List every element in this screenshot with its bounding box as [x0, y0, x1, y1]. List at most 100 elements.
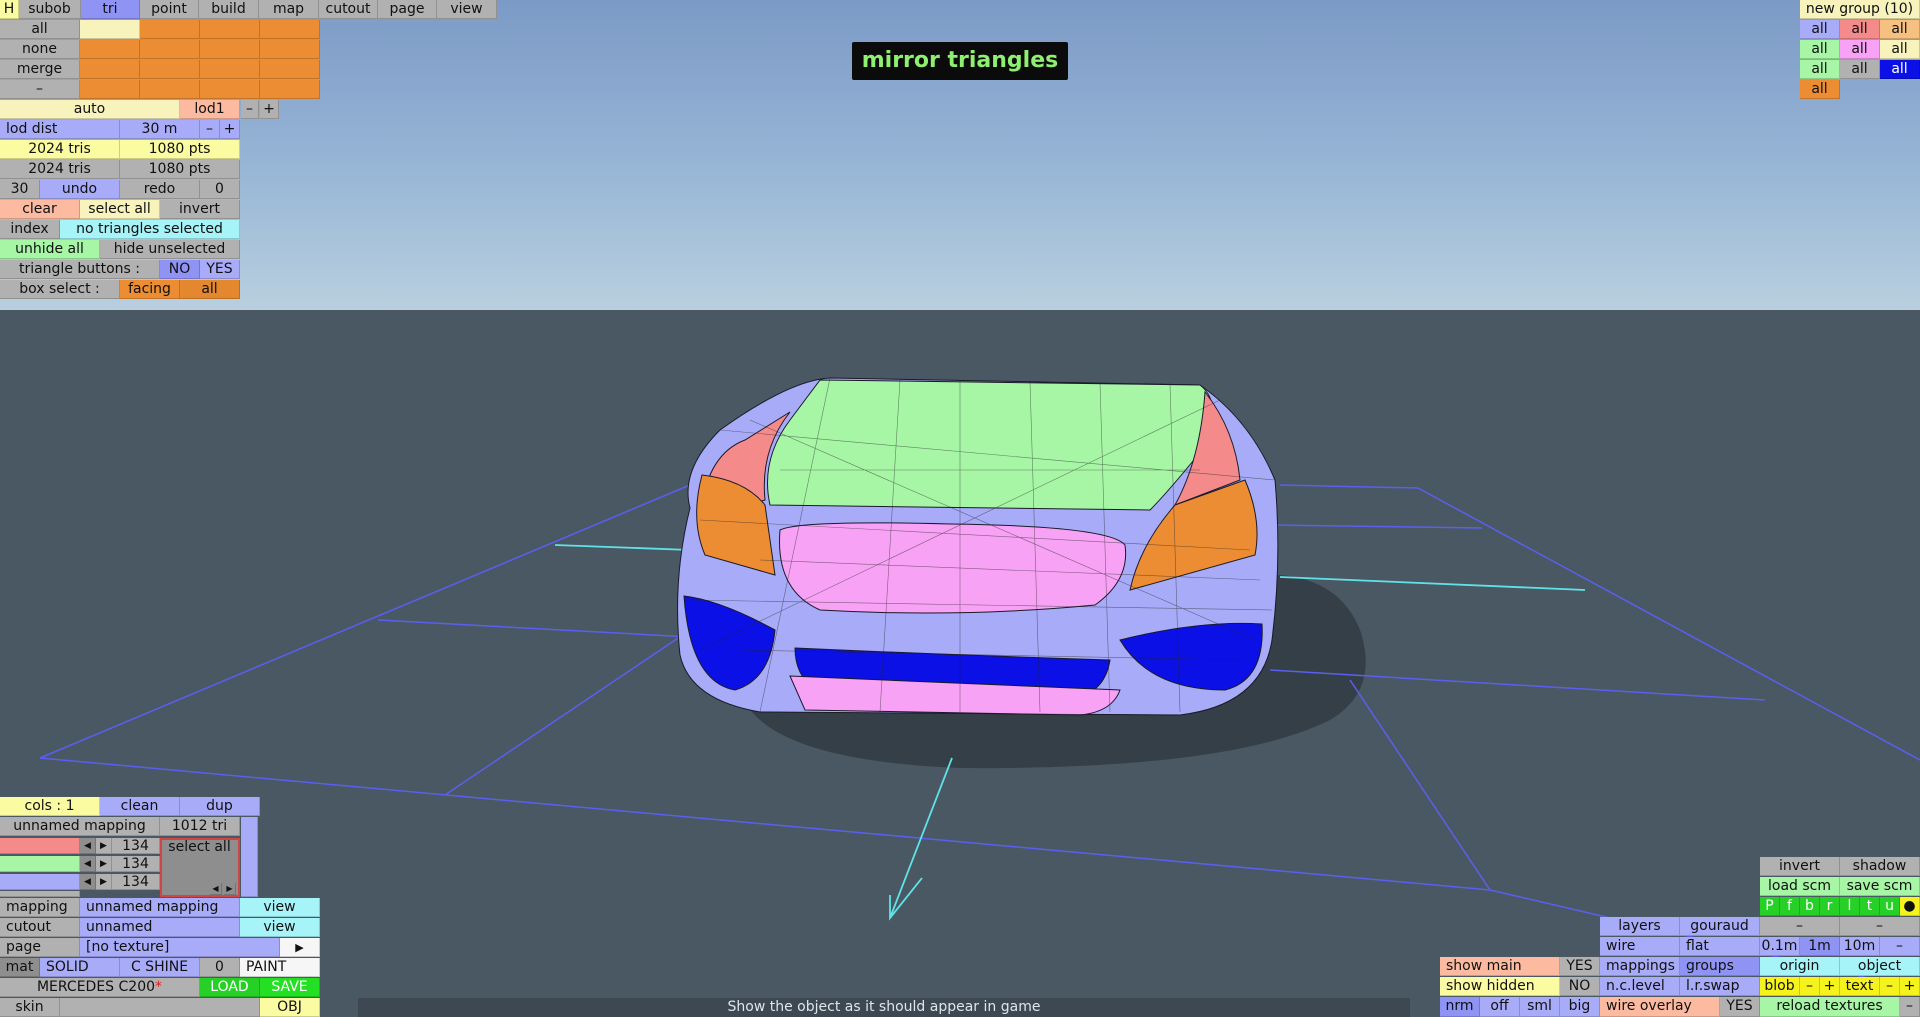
- select-none-button[interactable]: none: [0, 40, 80, 59]
- step-0-1m-button[interactable]: 0.1m: [1760, 937, 1800, 956]
- col-right-arrow[interactable]: ▶: [96, 856, 112, 872]
- save-button[interactable]: SAVE: [260, 978, 320, 997]
- unhide-all-button[interactable]: unhide all: [0, 240, 100, 259]
- group-cell[interactable]: [200, 40, 260, 59]
- cutout-value[interactable]: unnamed: [80, 918, 240, 937]
- groups-button[interactable]: groups: [1680, 957, 1760, 976]
- view-f-button[interactable]: f: [1780, 897, 1800, 916]
- text-button[interactable]: text: [1840, 977, 1880, 996]
- group-cell[interactable]: [260, 40, 320, 59]
- obj-button[interactable]: OBJ: [260, 998, 320, 1017]
- shadow-button[interactable]: shadow: [1840, 857, 1920, 876]
- cols-right-arrow[interactable]: ▶: [224, 883, 236, 895]
- view-p-button[interactable]: P: [1760, 897, 1780, 916]
- invert-button[interactable]: invert: [160, 200, 240, 219]
- mapping-view-button[interactable]: view: [240, 898, 320, 917]
- solid-button[interactable]: SOLID: [40, 958, 120, 977]
- group-cell[interactable]: [260, 80, 320, 99]
- wire-overlay-yes[interactable]: YES: [1720, 997, 1760, 1017]
- view-dot-button[interactable]: ●: [1900, 897, 1920, 916]
- step-1m-button[interactable]: 1m: [1800, 937, 1840, 956]
- triangle-buttons-no[interactable]: NO: [160, 260, 200, 279]
- lod-dist-value[interactable]: 30 m: [120, 120, 200, 139]
- col-swatch-green[interactable]: [0, 856, 80, 872]
- col-swatch-blue[interactable]: [0, 874, 80, 890]
- show-main-button[interactable]: show main: [1440, 957, 1560, 976]
- blob-minus-button[interactable]: –: [1800, 977, 1820, 996]
- origin-button[interactable]: origin: [1760, 957, 1840, 976]
- reload-textures-button[interactable]: reload textures: [1760, 997, 1900, 1017]
- tab-subob[interactable]: subob: [19, 0, 81, 19]
- group-cell[interactable]: [200, 20, 260, 39]
- group-all-button[interactable]: all: [1880, 60, 1920, 79]
- group-all-button[interactable]: all: [1800, 80, 1840, 99]
- show-hidden-button[interactable]: show hidden: [1440, 977, 1560, 996]
- merge-button[interactable]: merge: [0, 60, 80, 79]
- tab-cutout[interactable]: cutout: [319, 0, 378, 19]
- reload-minus-button[interactable]: –: [1900, 997, 1920, 1017]
- col-right-arrow[interactable]: ▶: [96, 838, 112, 854]
- gouraud-button[interactable]: gouraud: [1680, 917, 1760, 936]
- group-cell[interactable]: [260, 20, 320, 39]
- undo-button[interactable]: undo: [40, 180, 120, 199]
- box-select-all[interactable]: all: [180, 280, 240, 299]
- view-l-button[interactable]: l: [1840, 897, 1860, 916]
- tab-map[interactable]: map: [259, 0, 319, 19]
- group-cell[interactable]: [80, 80, 140, 99]
- group-all-button[interactable]: all: [1800, 40, 1840, 59]
- view-u-button[interactable]: u: [1880, 897, 1900, 916]
- triangle-buttons-yes[interactable]: YES: [200, 260, 240, 279]
- load-button[interactable]: LOAD: [200, 978, 260, 997]
- cols-left-arrow[interactable]: ◀: [210, 883, 222, 895]
- dash-button-a[interactable]: –: [1760, 917, 1840, 936]
- blob-plus-button[interactable]: +: [1820, 977, 1840, 996]
- layers-button[interactable]: layers: [1600, 917, 1680, 936]
- sml-button[interactable]: sml: [1520, 997, 1560, 1017]
- tab-view[interactable]: view: [437, 0, 497, 19]
- nclevel-button[interactable]: n.c.level: [1600, 977, 1680, 996]
- step-minus-button[interactable]: –: [1880, 937, 1920, 956]
- redo-button[interactable]: redo: [120, 180, 200, 199]
- big-button[interactable]: big: [1560, 997, 1600, 1017]
- group-cell[interactable]: [140, 80, 200, 99]
- mapping-value[interactable]: unnamed mapping: [80, 898, 240, 917]
- select-all-tri-button[interactable]: select all: [80, 200, 160, 219]
- show-main-yes[interactable]: YES: [1560, 957, 1600, 976]
- group-all-button[interactable]: all: [1840, 60, 1880, 79]
- hide-unselected-button[interactable]: hide unselected: [100, 240, 240, 259]
- col-left-arrow[interactable]: ◀: [80, 874, 96, 890]
- group-cell[interactable]: [140, 60, 200, 79]
- wire-button[interactable]: wire: [1600, 937, 1680, 956]
- col-left-arrow[interactable]: ◀: [80, 856, 96, 872]
- dash-button[interactable]: –: [0, 80, 80, 99]
- text-plus-button[interactable]: +: [1900, 977, 1920, 996]
- viewport-3d[interactable]: [0, 0, 1920, 1017]
- tab-tri[interactable]: tri: [81, 0, 140, 19]
- view-b-button[interactable]: b: [1800, 897, 1820, 916]
- tab-point[interactable]: point: [140, 0, 199, 19]
- tab-home[interactable]: H: [0, 0, 19, 19]
- lod-name[interactable]: lod1: [180, 100, 240, 119]
- tab-build[interactable]: build: [199, 0, 259, 19]
- col-right-arrow[interactable]: ▶: [96, 874, 112, 890]
- off-button[interactable]: off: [1480, 997, 1520, 1017]
- group-cell[interactable]: [140, 20, 200, 39]
- lod-auto-button[interactable]: auto: [0, 100, 180, 119]
- text-minus-button[interactable]: –: [1880, 977, 1900, 996]
- group-cell[interactable]: [200, 60, 260, 79]
- lod-minus-button[interactable]: –: [241, 100, 259, 119]
- box-select-facing[interactable]: facing: [120, 280, 180, 299]
- invert-view-button[interactable]: invert: [1760, 857, 1840, 876]
- load-scm-button[interactable]: load scm: [1760, 877, 1840, 896]
- cols-scrollbar[interactable]: [241, 817, 258, 897]
- group-all-button[interactable]: all: [1880, 40, 1920, 59]
- col-left-arrow[interactable]: ◀: [80, 838, 96, 854]
- dup-button[interactable]: dup: [180, 797, 260, 816]
- lod-dist-plus[interactable]: +: [220, 120, 240, 139]
- group-all-button[interactable]: all: [1800, 20, 1840, 39]
- col-swatch-more[interactable]: [0, 891, 80, 897]
- view-r-button[interactable]: r: [1820, 897, 1840, 916]
- group-cell[interactable]: [200, 80, 260, 99]
- save-scm-button[interactable]: save scm: [1840, 877, 1920, 896]
- flat-button[interactable]: flat: [1680, 937, 1760, 956]
